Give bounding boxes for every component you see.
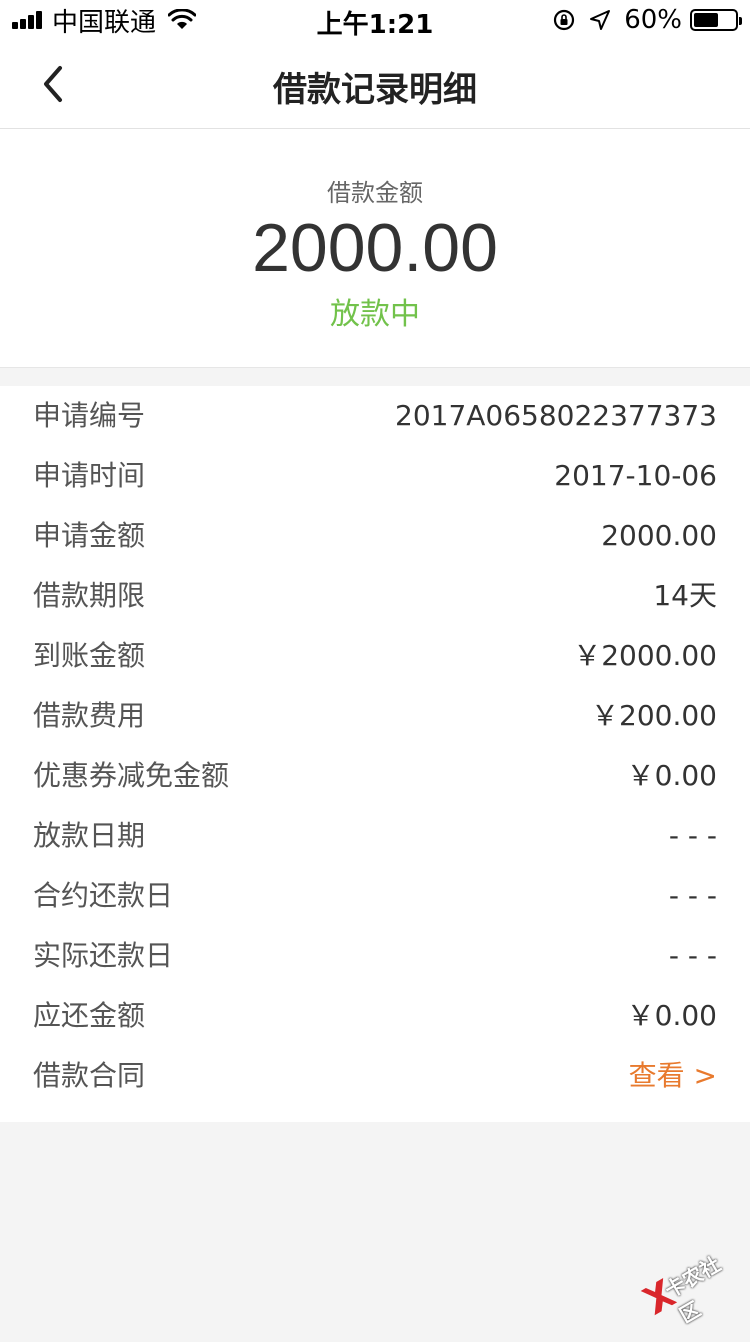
detail-row-coupon-discount: 优惠券减免金额 ￥0.00 xyxy=(0,746,750,806)
detail-label: 借款费用 xyxy=(33,699,146,732)
battery-percent: 60% xyxy=(624,5,682,35)
detail-label: 优惠券减免金额 xyxy=(33,759,230,792)
view-contract-link[interactable]: 查看 > xyxy=(629,1056,717,1096)
detail-row-actual-repayment-date: 实际还款日 - - - xyxy=(0,926,750,986)
detail-value: 14天 xyxy=(653,579,717,612)
detail-label: 申请金额 xyxy=(33,519,146,552)
detail-value: - - - xyxy=(668,879,717,912)
detail-value: ￥200.00 xyxy=(591,699,717,732)
detail-list: 申请编号 2017A0658022377373 申请时间 2017-10-06 … xyxy=(0,386,750,1122)
detail-row-application-time: 申请时间 2017-10-06 xyxy=(0,446,750,506)
battery-fill xyxy=(694,13,718,27)
detail-row-loan-term: 借款期限 14天 xyxy=(0,566,750,626)
detail-value: - - - xyxy=(668,939,717,972)
detail-label: 合约还款日 xyxy=(33,879,174,912)
detail-label: 借款合同 xyxy=(33,1059,146,1092)
loan-status: 放款中 xyxy=(330,297,420,332)
detail-row-disbursement-date: 放款日期 - - - xyxy=(0,806,750,866)
watermark-logo: 卡农社区 xyxy=(633,1236,743,1328)
detail-value: ￥0.00 xyxy=(626,759,717,792)
orientation-lock-icon xyxy=(554,9,575,31)
detail-value: 2017-10-06 xyxy=(554,459,717,492)
detail-value: ￥0.00 xyxy=(626,999,717,1032)
chevron-left-icon xyxy=(44,66,62,102)
detail-label: 应还金额 xyxy=(33,999,146,1032)
battery-icon xyxy=(690,9,742,31)
detail-row-contract-repayment-date: 合约还款日 - - - xyxy=(0,866,750,926)
detail-label: 放款日期 xyxy=(33,819,146,852)
detail-row-loan-contract[interactable]: 借款合同 查看 > xyxy=(0,1046,750,1106)
detail-row-application-amount: 申请金额 2000.00 xyxy=(0,506,750,566)
watermark-text: 卡农社区 xyxy=(660,1251,725,1328)
detail-row-application-number: 申请编号 2017A0658022377373 xyxy=(0,386,750,446)
location-icon xyxy=(590,10,611,30)
nav-bar: 借款记录明细 xyxy=(0,40,750,129)
detail-label: 申请编号 xyxy=(33,399,146,432)
detail-label: 到账金额 xyxy=(33,639,146,672)
detail-label: 借款期限 xyxy=(33,579,146,612)
status-bar: 中国联通 上午1:21 60% xyxy=(0,0,750,40)
detail-value: - - - xyxy=(668,819,717,852)
amount-card: 借款金额 2000.00 放款中 xyxy=(0,129,750,368)
status-right: 60% xyxy=(552,5,742,35)
detail-label: 申请时间 xyxy=(33,459,146,492)
detail-value: ￥2000.00 xyxy=(573,639,717,672)
back-button[interactable] xyxy=(30,60,80,108)
detail-value: 2000.00 xyxy=(601,519,717,552)
amount-label: 借款金额 xyxy=(327,179,423,207)
detail-row-amount-due: 应还金额 ￥0.00 xyxy=(0,986,750,1046)
page-title: 借款记录明细 xyxy=(273,70,477,110)
detail-row-loan-fee: 借款费用 ￥200.00 xyxy=(0,686,750,746)
detail-label: 实际还款日 xyxy=(33,939,174,972)
detail-value: 2017A0658022377373 xyxy=(395,399,717,432)
amount-value: 2000.00 xyxy=(252,210,498,286)
detail-row-received-amount: 到账金额 ￥2000.00 xyxy=(0,626,750,686)
